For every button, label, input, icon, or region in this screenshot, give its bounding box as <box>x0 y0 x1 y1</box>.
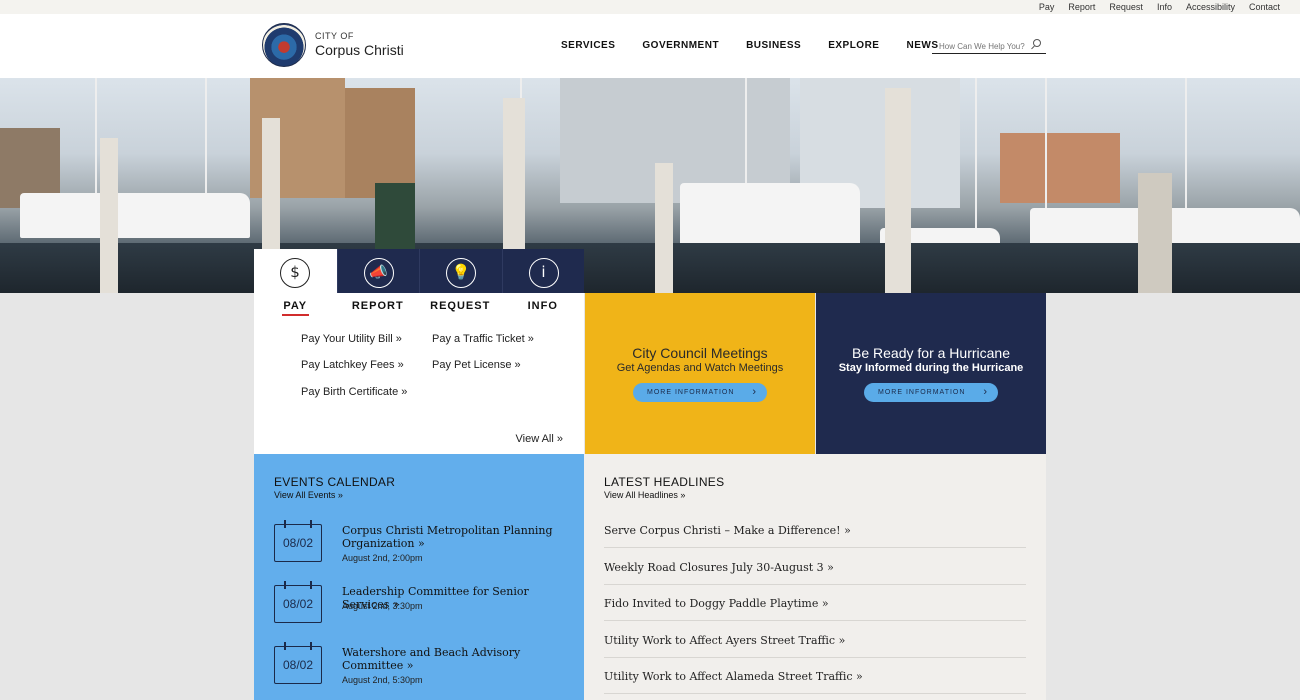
info-icon: i <box>528 258 559 288</box>
headline-item[interactable]: Fido Invited to Doggy Paddle Playtime » <box>604 597 1026 621</box>
tab-label-request[interactable]: REQUEST <box>419 300 502 312</box>
utility-bar: Pay Report Request Info Accessibility Co… <box>0 0 1300 14</box>
nav-explore[interactable]: EXPLORE <box>828 40 879 51</box>
event-title[interactable]: Watershore and Beach Advisory Committee … <box>342 646 570 672</box>
view-all-events-link[interactable]: View All Events » <box>274 490 343 500</box>
utility-link-report[interactable]: Report <box>1068 1 1095 13</box>
event-title[interactable]: Corpus Christi Metropolitan Planning Org… <box>342 524 570 550</box>
city-seal-logo[interactable] <box>262 23 306 67</box>
event-item[interactable]: 08/02 Leadership Committee for Senior Se… <box>274 581 574 635</box>
chevron-right-icon: › <box>983 386 988 398</box>
dollar-icon: $ <box>280 258 310 288</box>
calendar-icon: 08/02 <box>274 520 322 562</box>
event-time: August 2nd, 2:00pm <box>342 553 423 563</box>
promo-title: Be Ready for a Hurricane <box>852 345 1010 361</box>
calendar-icon: 08/02 <box>274 581 322 623</box>
pay-utility-bill-link[interactable]: Pay Your Utility Bill » <box>301 333 402 345</box>
latest-headlines: LATEST HEADLINES View All Headlines » Se… <box>584 454 1046 700</box>
utility-nav: Pay Report Request Info Accessibility Co… <box>1039 1 1280 13</box>
main-nav: SERVICES GOVERNMENT BUSINESS EXPLORE NEW… <box>561 40 965 51</box>
promo-subtitle: Get Agendas and Watch Meetings <box>616 362 784 374</box>
tab-report[interactable]: 📣 <box>336 249 419 293</box>
view-all-services-link[interactable]: View All » <box>516 433 564 445</box>
promo-city-council: City Council Meetings Get Agendas and Wa… <box>585 293 815 454</box>
event-time: August 2nd, 3:30pm <box>342 601 423 611</box>
button-label: MORE INFORMATION <box>878 389 966 396</box>
calendar-icon: 08/02 <box>274 642 322 684</box>
logo-city-name: Corpus Christi <box>315 42 404 58</box>
utility-link-pay[interactable]: Pay <box>1039 1 1055 13</box>
tab-label-pay[interactable]: PAY <box>254 300 337 312</box>
event-item[interactable]: 08/02 Watershore and Beach Advisory Comm… <box>274 642 574 696</box>
pay-birth-certificate-link[interactable]: Pay Birth Certificate » <box>301 386 407 398</box>
events-calendar: EVENTS CALENDAR View All Events » 08/02 … <box>254 454 584 700</box>
pay-latchkey-fees-link[interactable]: Pay Latchkey Fees » <box>301 359 404 371</box>
promo-title: City Council Meetings <box>632 345 768 361</box>
tab-label-info[interactable]: INFO <box>502 300 585 312</box>
nav-services[interactable]: SERVICES <box>561 40 615 51</box>
site-logo-text[interactable]: CITY OF Corpus Christi <box>315 31 404 58</box>
service-panel: PAY REPORT REQUEST INFO Pay Your Utility… <box>254 293 584 454</box>
event-time: August 2nd, 5:30pm <box>342 675 423 685</box>
utility-link-info[interactable]: Info <box>1157 1 1172 13</box>
lightbulb-icon: 💡 <box>446 258 476 288</box>
view-all-headlines-link[interactable]: View All Headlines » <box>604 490 685 500</box>
headline-item[interactable]: Weekly Road Closures July 30-August 3 » <box>604 561 1026 585</box>
utility-link-contact[interactable]: Contact <box>1249 1 1280 13</box>
pay-traffic-ticket-link[interactable]: Pay a Traffic Ticket » <box>432 333 534 345</box>
nav-business[interactable]: BUSINESS <box>746 40 801 51</box>
headline-item[interactable]: Serve Corpus Christi – Make a Difference… <box>604 524 1026 548</box>
event-item[interactable]: 08/02 Corpus Christi Metropolitan Planni… <box>274 520 574 574</box>
chevron-right-icon: › <box>752 386 757 398</box>
tab-pay[interactable]: $ <box>254 249 337 293</box>
headline-item[interactable]: Utility Work to Affect Ayers Street Traf… <box>604 634 1026 658</box>
service-tab-labels: PAY REPORT REQUEST INFO <box>254 300 584 312</box>
active-tab-indicator <box>282 314 309 316</box>
utility-link-request[interactable]: Request <box>1109 1 1143 13</box>
logo-city-label: CITY OF <box>315 31 354 41</box>
pay-pet-license-link[interactable]: Pay Pet License » <box>432 359 521 371</box>
tab-request[interactable]: 💡 <box>419 249 502 293</box>
site-header: CITY OF Corpus Christi SERVICES GOVERNME… <box>0 14 1300 78</box>
tab-label-report[interactable]: REPORT <box>337 300 420 312</box>
more-information-button[interactable]: MORE INFORMATION › <box>633 383 767 402</box>
headline-item[interactable]: Utility Work to Affect Alameda Street Tr… <box>604 670 1026 694</box>
button-label: MORE INFORMATION <box>647 389 735 396</box>
search-icon[interactable] <box>1033 39 1041 47</box>
utility-link-accessibility[interactable]: Accessibility <box>1186 1 1235 13</box>
search-input[interactable] <box>932 40 1027 51</box>
service-tabs: $ 📣 💡 i <box>254 249 584 293</box>
more-information-button[interactable]: MORE INFORMATION › <box>864 383 998 402</box>
nav-government[interactable]: GOVERNMENT <box>642 40 719 51</box>
megaphone-icon: 📣 <box>363 258 394 288</box>
promo-hurricane: Be Ready for a Hurricane Stay Informed d… <box>816 293 1046 454</box>
events-title: EVENTS CALENDAR <box>274 475 396 489</box>
hero-marina-image <box>0 78 1300 293</box>
site-search <box>932 36 1046 54</box>
headlines-title: LATEST HEADLINES <box>604 475 725 489</box>
tab-info[interactable]: i <box>501 249 584 293</box>
promo-subtitle: Stay Informed during the Hurricane <box>838 362 1024 374</box>
